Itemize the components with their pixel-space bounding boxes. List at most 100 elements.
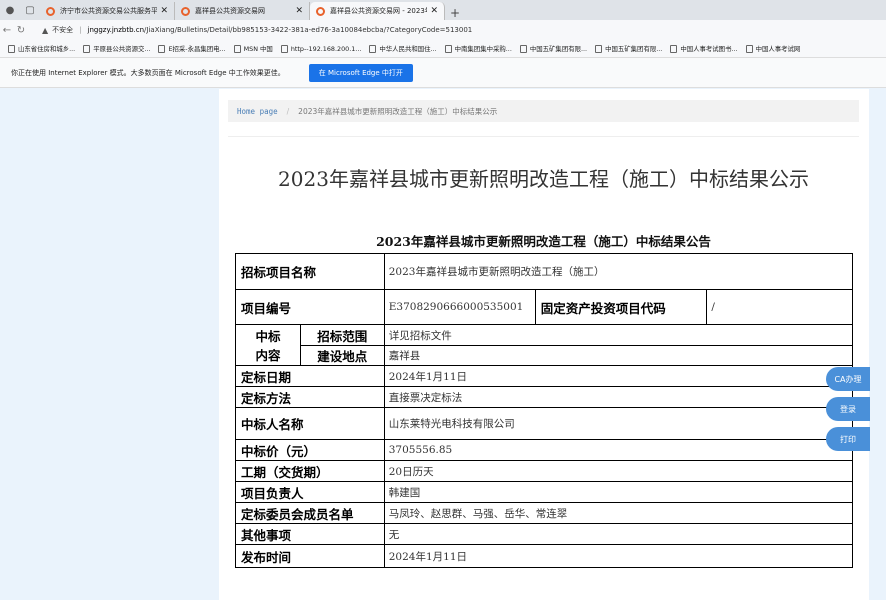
project-name-value: 2023年嘉祥县城市更新照明改造工程（施工） bbox=[383, 253, 854, 290]
project-name-label: 招标项目名称 bbox=[235, 253, 385, 290]
reload-icon[interactable]: ↻ bbox=[14, 25, 28, 36]
publish-label: 发布时间 bbox=[235, 544, 385, 568]
win-content-label-line1: 中标 bbox=[255, 329, 281, 344]
close-icon[interactable]: ✕ bbox=[295, 6, 303, 16]
breadcrumb: Home page / 2023年嘉祥县城市更新照明改造工程（施工）中标结果公示 bbox=[228, 100, 859, 122]
bookmark-label: 平原县公共资源交... bbox=[93, 45, 151, 53]
page-icon bbox=[444, 44, 452, 53]
result-table: 招标项目名称 2023年嘉祥县城市更新照明改造工程（施工） 项目编号 E3708… bbox=[235, 253, 854, 568]
bookmark-item[interactable]: 中华人民共和国住... bbox=[369, 44, 437, 53]
committee-label: 定标委员会成员名单 bbox=[235, 502, 385, 524]
bookmark-item[interactable]: MSN 中国 bbox=[233, 44, 273, 53]
tab-title: 嘉祥县公共资源交易网 bbox=[195, 7, 265, 15]
table-row: 工期（交货期） 20日历天 bbox=[235, 460, 854, 482]
bookmark-label: 中国五矿集团有限... bbox=[529, 45, 588, 53]
ca-service-button[interactable]: CA办理 bbox=[826, 367, 870, 391]
open-in-edge-button[interactable]: 在 Microsoft Edge 中打开 bbox=[308, 63, 413, 82]
warning-icon: ▲ bbox=[42, 25, 49, 35]
ie-mode-infobar: 你正在使用 Internet Explorer 模式。大多数页面在 Micros… bbox=[0, 58, 886, 88]
url-path: /JiaXiang/Bulletins/Detail/bb985153-3422… bbox=[144, 26, 473, 34]
bookmark-item[interactable]: 中国人事考试图书... bbox=[670, 44, 738, 53]
new-tab-icon[interactable]: + bbox=[445, 6, 465, 20]
winner-value: 山东莱特光电科技有限公司 bbox=[383, 407, 854, 440]
page-icon bbox=[83, 44, 91, 53]
bookmark-item[interactable]: E招采-永昌集团电... bbox=[158, 44, 226, 53]
table-row: 定标日期 2024年1月11日 bbox=[235, 365, 854, 387]
table-row: 定标委员会成员名单 马凤玲、赵思群、马强、岳华、常连翠 bbox=[235, 502, 854, 524]
bookmark-item[interactable]: 山东省住房和城乡... bbox=[8, 44, 75, 53]
url-separator: | bbox=[79, 26, 82, 34]
page-icon bbox=[670, 44, 678, 53]
scope-value: 详见招标文件 bbox=[383, 324, 854, 346]
insecure-label: 不安全 bbox=[52, 26, 74, 34]
breadcrumb-home-link[interactable]: Home page bbox=[237, 107, 278, 116]
tab-title: 嘉祥县公共资源交易网 - 2023年嘉 bbox=[330, 7, 427, 15]
table-row: 招标项目名称 2023年嘉祥县城市更新照明改造工程（施工） bbox=[235, 253, 854, 290]
page-icon bbox=[280, 44, 288, 53]
browser-tab-3[interactable]: 嘉祥县公共资源交易网 - 2023年嘉 ✕ bbox=[310, 2, 445, 20]
page-title: 2023年嘉祥县城市更新照明改造工程（施工）中标结果公示 bbox=[278, 167, 809, 191]
login-button[interactable]: 登录 bbox=[826, 397, 870, 421]
bookmark-label: 中国人事考试网 bbox=[755, 45, 801, 53]
method-label: 定标方法 bbox=[235, 386, 385, 408]
bookmark-label: 中国五矿集团有限... bbox=[605, 45, 663, 53]
period-value: 20日历天 bbox=[383, 460, 854, 482]
date-value: 2024年1月11日 bbox=[383, 365, 854, 387]
project-no-label: 项目编号 bbox=[235, 289, 385, 325]
site-favicon-icon bbox=[316, 6, 325, 16]
bookmark-label: 山东省住房和城乡... bbox=[18, 45, 76, 53]
browser-tab-2[interactable]: 嘉祥县公共资源交易网 ✕ bbox=[175, 2, 310, 20]
win-content-label: 中标 内容 bbox=[235, 324, 301, 366]
bookmark-item[interactable]: 中国五矿集团有限... bbox=[595, 44, 662, 53]
bookmark-label: http--192.168.200.1... bbox=[290, 44, 362, 53]
bookmark-label: E招采-永昌集团电... bbox=[168, 45, 226, 53]
url-field[interactable]: ▲ 不安全 | jnggzy.jnzbtb.cn/JiaXiang/Bullet… bbox=[36, 25, 472, 35]
table-row: 定标方法 直接票决定标法 bbox=[235, 386, 854, 408]
url-host: jnggzy.jnzbtb.cn bbox=[87, 26, 145, 34]
manager-label: 项目负责人 bbox=[235, 481, 385, 503]
bookmark-label: 中华人民共和国住... bbox=[379, 45, 437, 53]
address-bar: ← ↻ ▲ 不安全 | jnggzy.jnzbtb.cn/JiaXiang/Bu… bbox=[0, 20, 886, 40]
announcement-title: 2023年嘉祥县城市更新照明改造工程（施工）中标结果公告 bbox=[376, 234, 711, 249]
win-content-label-line2: 内容 bbox=[255, 348, 281, 363]
table-row: 中标价（元） 3705556.85 bbox=[235, 439, 854, 461]
emblem-icon bbox=[369, 44, 377, 53]
asset-code-label: 固定资产投资项目代码 bbox=[534, 289, 708, 325]
other-value: 无 bbox=[383, 523, 854, 545]
page-icon bbox=[595, 44, 603, 53]
bookmark-item[interactable]: 中国五矿集团有限... bbox=[519, 44, 588, 53]
date-label: 定标日期 bbox=[235, 365, 385, 387]
committee-value: 马凤玲、赵思群、马强、岳华、常连翠 bbox=[383, 502, 854, 524]
bookmark-item[interactable]: 中南集团集中采购... bbox=[444, 44, 512, 53]
ie-mode-message: 你正在使用 Internet Explorer 模式。大多数页面在 Micros… bbox=[11, 68, 285, 77]
site-favicon-icon bbox=[181, 6, 190, 16]
bookmark-item[interactable]: 平原县公共资源交... bbox=[83, 44, 150, 53]
page-icon bbox=[8, 44, 15, 53]
winner-label: 中标人名称 bbox=[235, 407, 385, 440]
back-icon[interactable]: ← bbox=[0, 25, 14, 36]
table-row: 中标人名称 山东莱特光电科技有限公司 bbox=[235, 407, 854, 440]
asset-code-value: / bbox=[706, 289, 853, 325]
article-content: 2023年嘉祥县城市更新照明改造工程（施工）中标结果公示 2023年嘉祥县城市更… bbox=[228, 136, 859, 600]
browser-tab-1[interactable]: 济宁市公共资源交易公共服务平台 ✕ bbox=[40, 2, 175, 20]
table-row: 发布时间 2024年1月11日 bbox=[235, 544, 854, 568]
profile-icon[interactable]: ● bbox=[0, 0, 20, 20]
price-value: 3705556.85 bbox=[383, 439, 854, 461]
close-icon[interactable]: ✕ bbox=[160, 6, 168, 16]
period-label: 工期（交货期） bbox=[235, 460, 385, 482]
tab-actions-icon[interactable]: ▢ bbox=[20, 0, 40, 20]
breadcrumb-current: 2023年嘉祥县城市更新照明改造工程（施工）中标结果公示 bbox=[298, 106, 498, 116]
project-no-value: E3708290666000535001 bbox=[383, 289, 536, 325]
bookmarks-bar: 山东省住房和城乡... 平原县公共资源交... E招采-永昌集团电... MSN… bbox=[0, 40, 886, 58]
bookmark-label: 中国人事考试图书... bbox=[680, 45, 738, 53]
table-row: 建设地点 嘉祥县 bbox=[236, 345, 854, 366]
table-row: 项目编号 E3708290666000535001 固定资产投资项目代码 / bbox=[235, 289, 853, 325]
close-icon[interactable]: ✕ bbox=[430, 6, 438, 16]
bookmark-item[interactable]: 中国人事考试网 bbox=[745, 44, 801, 53]
page-icon bbox=[745, 44, 753, 53]
page-container: Home page / 2023年嘉祥县城市更新照明改造工程（施工）中标结果公示… bbox=[219, 89, 869, 600]
bookmark-item[interactable]: http--192.168.200.1... bbox=[280, 44, 362, 53]
print-button[interactable]: 打印 bbox=[826, 427, 870, 451]
tab-title: 济宁市公共资源交易公共服务平台 bbox=[60, 7, 158, 15]
publish-value: 2024年1月11日 bbox=[383, 544, 854, 568]
